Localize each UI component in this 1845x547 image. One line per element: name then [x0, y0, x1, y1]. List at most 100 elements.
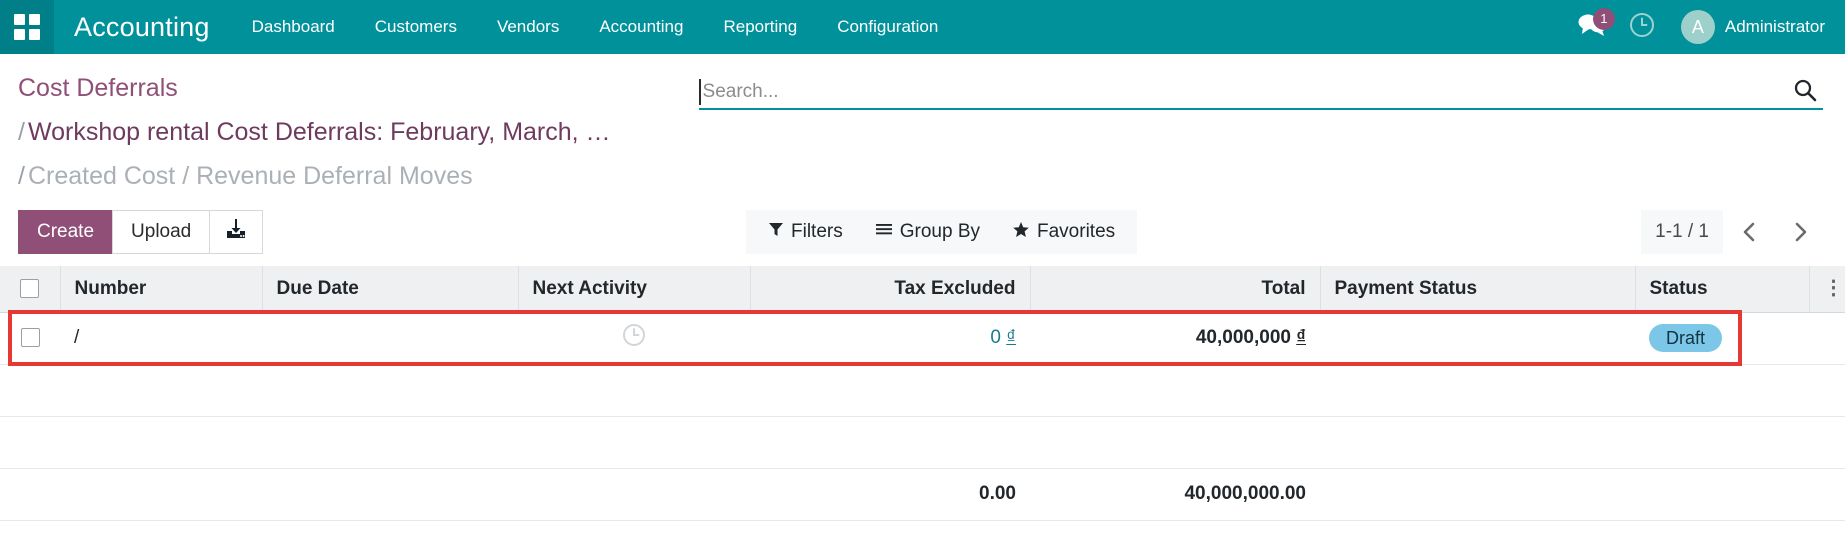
status-badge: Draft: [1649, 324, 1722, 352]
column-header-tax-excluded[interactable]: Tax Excluded: [750, 266, 1030, 312]
control-panel: Cost Deferrals /Workshop rental Cost Def…: [0, 54, 1845, 266]
avatar: A: [1681, 10, 1715, 44]
activities-button[interactable]: [1615, 0, 1669, 54]
filters-dropdown-button[interactable]: Filters: [752, 210, 859, 254]
column-header-total[interactable]: Total: [1030, 266, 1320, 312]
create-button[interactable]: Create: [18, 210, 113, 254]
menu-item-dashboard[interactable]: Dashboard: [232, 0, 355, 54]
table-empty-row: [0, 364, 1845, 416]
filter-funnel-icon: [768, 221, 784, 243]
footer-next-activity-cell: [518, 468, 750, 520]
cell-number[interactable]: /: [60, 312, 262, 364]
records-table: Number Due Date Next Activity Tax Exclud…: [0, 266, 1845, 521]
breadcrumb-line-sub: /Created Cost / Revenue Deferral Moves: [18, 156, 611, 200]
footer-total-total: 40,000,000.00: [1030, 468, 1320, 520]
table-header-row: Number Due Date Next Activity Tax Exclud…: [0, 266, 1845, 312]
breadcrumb-separator-1: /: [18, 118, 28, 146]
filters-label: Filters: [791, 221, 843, 243]
empty-cell: [0, 364, 1845, 416]
breadcrumb-line-current: /Workshop rental Cost Deferrals: Februar…: [18, 112, 611, 156]
hamburger-lines-icon: [875, 221, 893, 243]
footer-status-cell: [1635, 468, 1809, 520]
search-button[interactable]: [1787, 78, 1823, 107]
search-facets-bar: Filters Group By Favorites: [746, 210, 1137, 254]
favorites-dropdown-button[interactable]: Favorites: [996, 210, 1131, 254]
menu-item-accounting[interactable]: Accounting: [579, 0, 703, 54]
action-buttons: Create Upload: [18, 210, 263, 254]
apps-grid-icon: [14, 14, 40, 40]
column-header-due-date[interactable]: Due Date: [262, 266, 518, 312]
vertical-dots-icon: ⋮: [1824, 277, 1844, 299]
menu-item-customers[interactable]: Customers: [355, 0, 477, 54]
select-all-checkbox[interactable]: [20, 279, 39, 298]
user-menu[interactable]: A Administrator: [1669, 10, 1825, 44]
messages-count-badge: 1: [1593, 8, 1615, 30]
footer-due-date-cell: [262, 468, 518, 520]
pager-count[interactable]: 1-1 / 1: [1641, 210, 1723, 254]
apps-menu-button[interactable]: [0, 0, 54, 54]
groupby-dropdown-button[interactable]: Group By: [859, 210, 996, 254]
optional-columns-button[interactable]: ⋮: [1809, 266, 1845, 312]
search-area: [611, 68, 1823, 110]
breadcrumb-current[interactable]: Workshop rental Cost Deferrals: February…: [28, 118, 611, 146]
menu-item-configuration[interactable]: Configuration: [817, 0, 958, 54]
messages-button[interactable]: 1: [1569, 0, 1615, 54]
control-panel-top: Cost Deferrals /Workshop rental Cost Def…: [0, 54, 1845, 200]
column-header-payment-status[interactable]: Payment Status: [1320, 266, 1635, 312]
user-name-label: Administrator: [1725, 17, 1825, 37]
upload-button[interactable]: Upload: [112, 210, 210, 254]
favorites-label: Favorites: [1037, 221, 1115, 243]
menu-item-reporting[interactable]: Reporting: [703, 0, 817, 54]
column-header-number[interactable]: Number: [60, 266, 262, 312]
groupby-label: Group By: [900, 221, 980, 243]
search-box[interactable]: [699, 76, 1823, 110]
cell-payment-status[interactable]: [1320, 312, 1635, 364]
breadcrumb-line-root: Cost Deferrals: [18, 68, 611, 112]
footer-select-cell: [0, 468, 60, 520]
cell-optional: [1809, 312, 1845, 364]
cell-due-date[interactable]: [262, 312, 518, 364]
breadcrumb-separator-2: /: [18, 162, 28, 190]
row-select-cell[interactable]: [0, 312, 60, 364]
select-all-header[interactable]: [0, 266, 60, 312]
table-body: / 0 ₫ 40,000,000 ₫ Draft: [0, 312, 1845, 468]
star-icon: [1012, 221, 1030, 244]
cell-status[interactable]: Draft: [1635, 312, 1809, 364]
tax-excluded-currency: ₫: [1006, 327, 1016, 348]
top-navbar: Accounting Dashboard Customers Vendors A…: [0, 0, 1845, 54]
table-row[interactable]: / 0 ₫ 40,000,000 ₫ Draft: [0, 312, 1845, 364]
clock-activity-icon[interactable]: [621, 332, 647, 353]
column-header-next-activity[interactable]: Next Activity: [518, 266, 750, 312]
column-header-status[interactable]: Status: [1635, 266, 1809, 312]
pager-next-button[interactable]: [1777, 210, 1823, 254]
tax-excluded-value: 0: [990, 327, 1001, 348]
breadcrumb-sub[interactable]: Created Cost / Revenue Deferral Moves: [28, 162, 473, 190]
navbar-right-tools: 1 A Administrator: [1569, 0, 1845, 54]
footer-number-cell: [60, 468, 262, 520]
pager-previous-button[interactable]: [1727, 210, 1773, 254]
total-currency: ₫: [1296, 327, 1306, 348]
footer-payment-status-cell: [1320, 468, 1635, 520]
import-button[interactable]: [209, 210, 263, 254]
cell-total[interactable]: 40,000,000 ₫: [1030, 312, 1320, 364]
search-input[interactable]: [699, 79, 1787, 105]
pager: 1-1 / 1: [1641, 210, 1823, 254]
cell-next-activity[interactable]: [518, 312, 750, 364]
main-menu: Dashboard Customers Vendors Accounting R…: [232, 0, 959, 54]
table-pad-row: [0, 416, 1845, 468]
footer-optional-cell: [1809, 468, 1845, 520]
list-view: Number Due Date Next Activity Tax Exclud…: [0, 266, 1845, 521]
breadcrumb: Cost Deferrals /Workshop rental Cost Def…: [18, 68, 611, 200]
download-import-icon: [224, 217, 248, 247]
clock-icon: [1628, 11, 1656, 44]
cell-tax-excluded[interactable]: 0 ₫: [750, 312, 1030, 364]
app-brand-title[interactable]: Accounting: [54, 12, 232, 43]
breadcrumb-root[interactable]: Cost Deferrals: [18, 74, 178, 102]
pad-cell: [0, 416, 1845, 468]
search-icon: [1793, 78, 1817, 107]
menu-item-vendors[interactable]: Vendors: [477, 0, 579, 54]
total-value: 40,000,000: [1196, 327, 1291, 348]
row-checkbox[interactable]: [21, 328, 40, 347]
control-panel-bottom: Create Upload Filters: [0, 200, 1845, 266]
table-footer: 0.00 40,000,000.00: [0, 468, 1845, 520]
